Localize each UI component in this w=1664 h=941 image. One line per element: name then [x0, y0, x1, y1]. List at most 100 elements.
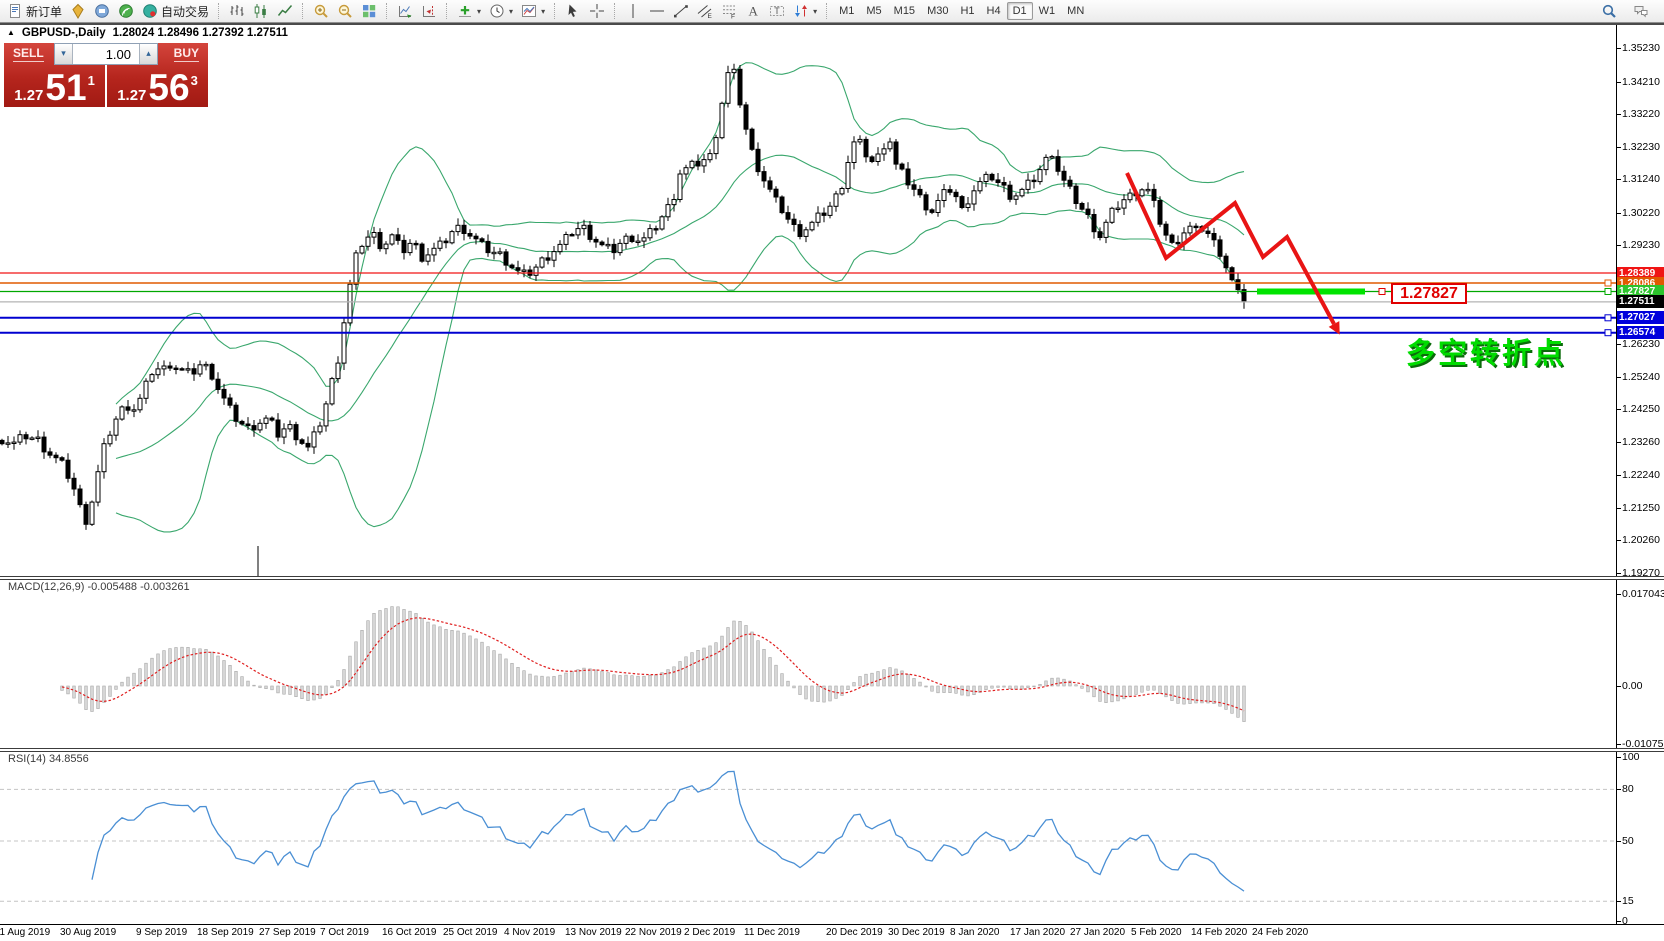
timeframe-h1-button[interactable]: H1 [954, 2, 980, 20]
new-order-button-label: 新订单 [26, 3, 62, 20]
autotrade-icon [142, 3, 158, 19]
text-button[interactable]: A [741, 1, 765, 21]
timeframe-d1-button[interactable]: D1 [1007, 2, 1033, 20]
tile-windows-button[interactable] [357, 1, 381, 21]
price-axis-tick [1616, 213, 1621, 214]
chart-shift-button[interactable] [417, 1, 441, 21]
macd-axis-tick-label: -0.010751 [1622, 738, 1664, 750]
auto-scroll-button[interactable] [393, 1, 417, 21]
date-axis-label: 22 Nov 2019 [625, 927, 682, 938]
timeframe-mn-button[interactable]: MN [1061, 2, 1090, 20]
template-icon [521, 3, 537, 19]
cursor-button[interactable] [561, 1, 585, 21]
sell-label: SELL [13, 46, 44, 62]
templates-button[interactable]: ▾ [517, 1, 549, 21]
toolbar-separator [218, 3, 220, 19]
gold-seal-icon [70, 3, 86, 19]
autotrading-button[interactable]: 自动交易 [138, 1, 213, 22]
indicators-icon [457, 3, 473, 19]
new-order-button[interactable]: 新订单 [3, 1, 66, 22]
zoom-in-icon [313, 3, 329, 19]
price-axis-tick [1616, 377, 1621, 378]
chart-header: ▲ GBPUSD-,Daily 1.28024 1.28496 1.27392 … [7, 27, 288, 39]
bars-icon [229, 3, 245, 19]
rsi-axis-tick-label: 50 [1622, 835, 1634, 847]
search-icon [1601, 3, 1617, 19]
toolbar-separator [826, 3, 828, 19]
price-axis-tick-label: 1.31240 [1622, 173, 1660, 185]
price-axis-tick-label: 1.35230 [1622, 42, 1660, 54]
svg-text:T: T [774, 6, 780, 16]
autotrading-button-label: 自动交易 [161, 3, 209, 20]
rsi-axis-tick [1616, 789, 1621, 790]
metaeditor-button[interactable] [66, 1, 90, 21]
tile-icon [361, 3, 377, 19]
timeframe-m5-button[interactable]: M5 [860, 2, 887, 20]
rsi-axis-tick [1616, 841, 1621, 842]
zoom-out-icon [337, 3, 353, 19]
chat-icon [1633, 3, 1649, 19]
crosshair-button[interactable] [585, 1, 609, 21]
toolbar-group [561, 0, 609, 22]
macd-panel-splitter[interactable] [0, 576, 1664, 580]
trendline-button[interactable] [669, 1, 693, 21]
rsi-axis-tick [1616, 901, 1621, 902]
timeframe-group: M1M5M15M30H1H4D1W1MN [833, 0, 1090, 22]
date-axis-label: 27 Sep 2019 [259, 927, 316, 938]
volume-decrease-button[interactable]: ▾ [55, 44, 73, 64]
rsi-axis-tick-label: 80 [1622, 783, 1634, 795]
date-axis-label: 20 Dec 2019 [826, 927, 883, 938]
timeframe-h4-button[interactable]: H4 [981, 2, 1007, 20]
zoom-out-button[interactable] [333, 1, 357, 21]
rsi-panel-splitter[interactable] [0, 748, 1664, 752]
cursor-icon [565, 3, 581, 19]
chart-title: GBPUSD-,Daily [22, 27, 106, 39]
collapse-icon[interactable]: ▲ [7, 28, 15, 37]
date-axis-label: 9 Sep 2019 [136, 927, 187, 938]
volume-input[interactable] [73, 44, 139, 64]
line-chart-button[interactable] [273, 1, 297, 21]
rsi-axis-tick [1616, 921, 1621, 922]
price-axis-tick-label: 1.21250 [1622, 502, 1660, 514]
zoom-in-button[interactable] [309, 1, 333, 21]
caret-down-icon: ▾ [477, 7, 481, 16]
price-axis-tick [1616, 508, 1621, 509]
rsi-indicator-label: RSI(14) 34.8556 [8, 753, 89, 765]
terminal-button[interactable] [90, 1, 114, 21]
fibonacci-button[interactable]: F [717, 1, 741, 21]
buy-price: 1.27 56 3 [107, 72, 208, 104]
price-tag-label[interactable]: 1.27827 [1391, 283, 1467, 304]
caret-down-icon: ▾ [541, 7, 545, 16]
channel-button[interactable]: E [693, 1, 717, 21]
date-axis-label: 2 Dec 2019 [684, 927, 735, 938]
arrows-button[interactable]: ▾ [789, 1, 821, 21]
volume-increase-button[interactable]: ▴ [139, 44, 157, 64]
chat-button[interactable] [1629, 1, 1653, 21]
macd-axis-tick-label: 0.017043 [1622, 588, 1664, 600]
shift-icon [421, 3, 437, 19]
svg-text:A: A [749, 4, 759, 19]
timeframe-w1-button[interactable]: W1 [1033, 2, 1062, 20]
toolbar-group [393, 0, 441, 22]
timeframe-m1-button[interactable]: M1 [833, 2, 860, 20]
signals-button[interactable] [114, 1, 138, 21]
svg-text:F: F [731, 14, 735, 20]
bar-chart-button[interactable] [225, 1, 249, 21]
price-axis-tick-label: 1.24250 [1622, 403, 1660, 415]
toolbar-separator [446, 3, 448, 19]
horizontal-line-button[interactable] [645, 1, 669, 21]
toolbar: 新订单 自动交易 ▾ ▾ ▾ E F A T ▾ M1M5M15M30H1H4D1W1MN [0, 0, 1664, 23]
text-label-button[interactable]: T [765, 1, 789, 21]
chart-ohlc-quotes: 1.28024 1.28496 1.27392 1.27511 [113, 27, 288, 39]
candles-icon [253, 3, 269, 19]
candlestick-chart-button[interactable] [249, 1, 273, 21]
search-button[interactable] [1597, 1, 1621, 21]
date-axis-label: 17 Jan 2020 [1010, 927, 1065, 938]
price-axis-tick [1616, 48, 1621, 49]
timeframe-m30-button[interactable]: M30 [921, 2, 954, 20]
periods-button[interactable]: ▾ [485, 1, 517, 21]
timeframe-m15-button[interactable]: M15 [888, 2, 921, 20]
indicators-button[interactable]: ▾ [453, 1, 485, 21]
turning-point-annotation: 多空转折点 [1406, 330, 1566, 372]
vertical-line-button[interactable] [621, 1, 645, 21]
